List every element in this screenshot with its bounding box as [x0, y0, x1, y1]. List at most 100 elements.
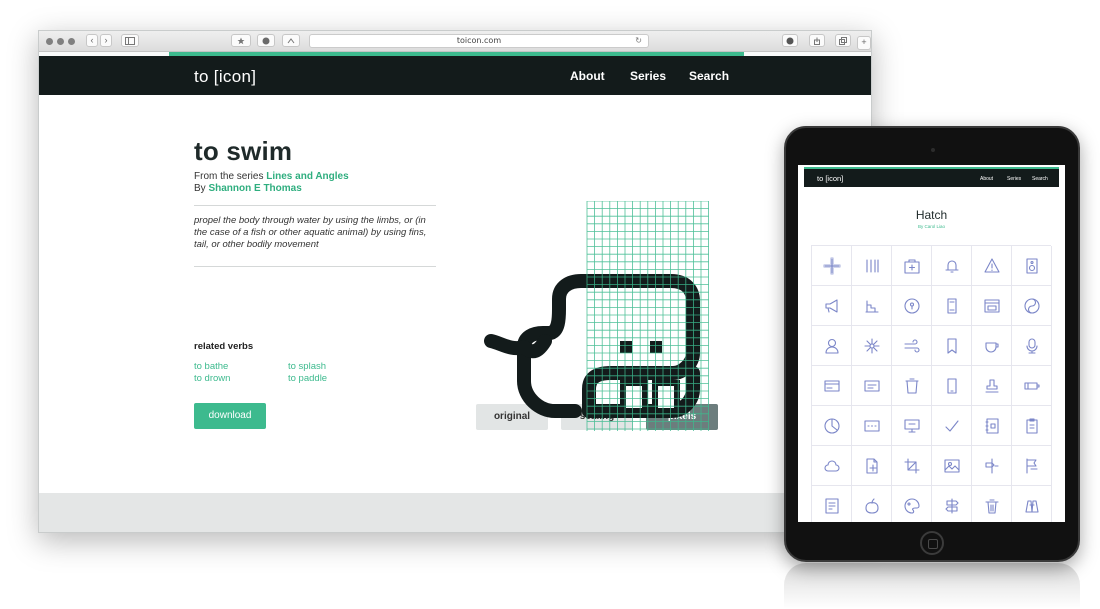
icon-grid-cell[interactable] — [852, 246, 892, 286]
nav-search[interactable]: Search — [689, 69, 729, 83]
flower-icon — [863, 337, 880, 354]
icon-grid-cell[interactable] — [852, 326, 892, 366]
series-link[interactable]: Lines and Angles — [266, 171, 348, 182]
trash-can-icon — [904, 377, 919, 394]
stamp-icon — [984, 378, 999, 393]
plus-icon — [822, 256, 841, 275]
icon-grid-cell[interactable] — [1012, 406, 1052, 446]
divider — [194, 266, 436, 267]
icon-grid-cell[interactable] — [1012, 246, 1052, 286]
icon-grid-cell[interactable] — [1012, 286, 1052, 326]
yin-yang-icon — [1023, 297, 1040, 314]
icon-grid-cell[interactable] — [892, 446, 932, 486]
tablet-series-title: Hatch — [915, 208, 948, 222]
nav-series[interactable]: Series — [630, 69, 666, 83]
tablet-nav-about[interactable]: About — [980, 176, 993, 182]
icon-grid-cell[interactable] — [972, 486, 1012, 522]
icon-grid-cell[interactable] — [812, 446, 852, 486]
tabs-button[interactable] — [835, 34, 851, 47]
icon-grid-cell[interactable] — [932, 366, 972, 406]
icon-grid-cell[interactable] — [1012, 446, 1052, 486]
close-window-dot[interactable] — [46, 38, 53, 45]
minimize-window-dot[interactable] — [57, 38, 64, 45]
related-verb-drown[interactable]: to drown — [194, 373, 230, 384]
image-icon — [943, 458, 960, 473]
tablet-reflection — [784, 563, 1080, 609]
pie-chart-icon — [823, 417, 840, 434]
icon-grid-cell[interactable] — [852, 446, 892, 486]
icon-grid-cell[interactable] — [972, 246, 1012, 286]
tablet-nav-search[interactable]: Search — [1032, 176, 1048, 182]
nav-about[interactable]: About — [570, 69, 605, 83]
icon-grid-cell[interactable] — [932, 286, 972, 326]
downloads-button[interactable] — [782, 34, 798, 47]
icon-grid-cell[interactable] — [812, 366, 852, 406]
zoom-window-dot[interactable] — [68, 38, 75, 45]
forward-button[interactable]: › — [100, 34, 112, 47]
icon-grid-cell[interactable] — [852, 366, 892, 406]
icon-grid-cell[interactable] — [892, 366, 932, 406]
icon-grid-cell[interactable] — [1012, 486, 1052, 522]
related-verb-splash[interactable]: to splash — [288, 361, 326, 372]
site-footer — [39, 493, 871, 532]
extension-icon — [287, 38, 295, 44]
tablet-home-button[interactable] — [920, 531, 944, 555]
lock-icon — [903, 297, 920, 314]
icon-grid-cell[interactable] — [1012, 366, 1052, 406]
icon-grid-cell[interactable] — [972, 446, 1012, 486]
related-verb-paddle[interactable]: to paddle — [288, 373, 327, 384]
tablet-nav-series[interactable]: Series — [1007, 176, 1021, 182]
address-bar[interactable]: toicon.com ↻ — [309, 34, 649, 48]
icon-grid-cell[interactable] — [932, 326, 972, 366]
icon-grid-cell[interactable] — [852, 406, 892, 446]
icon-grid-cell[interactable] — [892, 486, 932, 522]
icon-grid-cell[interactable] — [932, 486, 972, 522]
extension-button[interactable] — [282, 34, 300, 47]
share-button[interactable] — [809, 34, 825, 47]
first-aid-kit-icon — [903, 258, 920, 274]
site-logo[interactable]: to [icon] — [194, 67, 256, 87]
new-tab-button[interactable]: + — [857, 36, 871, 50]
icon-grid-cell[interactable] — [972, 406, 1012, 446]
download-icon — [786, 37, 794, 45]
author-link[interactable]: Shannon E Thomas — [208, 183, 301, 194]
tablet-device: to [icon] About Series Search Hatch By C… — [784, 126, 1080, 562]
download-button[interactable]: download — [194, 403, 266, 429]
cloud-icon — [824, 459, 839, 472]
icon-grid-cell[interactable] — [932, 406, 972, 446]
reload-icon[interactable]: ↻ — [635, 35, 642, 47]
icon-grid-cell[interactable] — [812, 286, 852, 326]
related-verb-bathe[interactable]: to bathe — [194, 361, 228, 372]
tablet-screen: to [icon] About Series Search Hatch By C… — [798, 165, 1065, 522]
icon-grid-cell[interactable] — [892, 246, 932, 286]
icon-grid-cell[interactable] — [812, 246, 852, 286]
icon-grid-cell[interactable] — [892, 326, 932, 366]
back-button[interactable]: ‹ — [86, 34, 98, 47]
icon-grid-cell[interactable] — [972, 286, 1012, 326]
stairs-icon — [864, 299, 879, 313]
tablet-site-logo[interactable]: to [icon] — [817, 174, 843, 183]
person-icon — [824, 338, 839, 354]
icon-grid-cell[interactable] — [852, 486, 892, 522]
icon-grid-cell[interactable] — [892, 286, 932, 326]
icon-grid-cell[interactable] — [892, 406, 932, 446]
icon-grid-cell[interactable] — [972, 366, 1012, 406]
privacy-button[interactable] — [257, 34, 275, 47]
battery-icon — [1023, 381, 1040, 390]
share-menu-button[interactable] — [231, 34, 251, 47]
icon-grid-cell[interactable] — [812, 486, 852, 522]
icon-grid-cell[interactable] — [812, 326, 852, 366]
sidebar-toggle-button[interactable] — [121, 34, 139, 47]
icon-grid-cell[interactable] — [852, 286, 892, 326]
microphone-icon — [1025, 337, 1038, 354]
icon-grid-cell[interactable] — [932, 446, 972, 486]
note-icon — [824, 497, 839, 514]
icon-grid-cell[interactable] — [972, 326, 1012, 366]
icon-grid-cell[interactable] — [1012, 326, 1052, 366]
binoculars-icon — [1024, 499, 1039, 513]
tabs-icon — [839, 37, 847, 45]
icon-grid-cell[interactable] — [932, 246, 972, 286]
tablet-series-author[interactable]: By Carol Liao — [798, 224, 1065, 229]
icon-grid-cell[interactable] — [812, 406, 852, 446]
browser-window: ‹ › toicon.com ↻ + to [icon] About Serie… — [38, 30, 872, 533]
